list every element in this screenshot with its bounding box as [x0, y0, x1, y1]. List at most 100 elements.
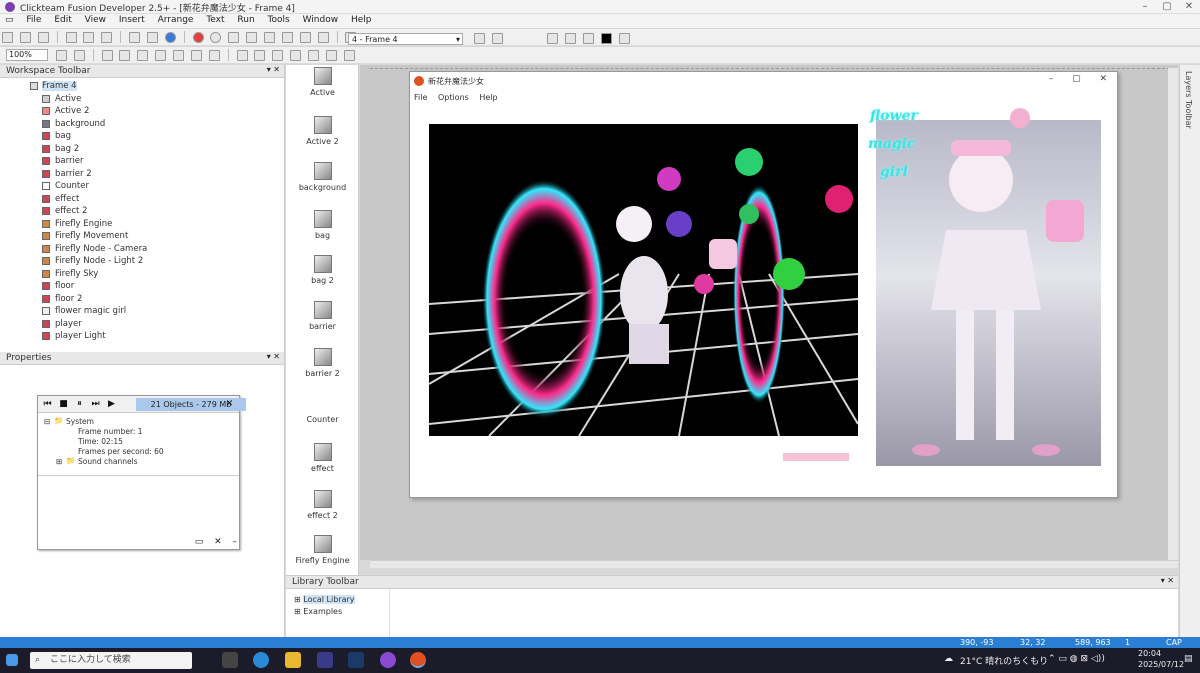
save-icon[interactable] [37, 32, 49, 43]
help-icon[interactable] [164, 32, 176, 43]
menu-file[interactable]: File [21, 14, 46, 26]
object-list-item[interactable]: background [286, 162, 358, 192]
object-list-item[interactable]: bag 2 [286, 255, 358, 285]
layout-1-icon[interactable] [547, 33, 558, 44]
tree-item[interactable]: barrier [0, 155, 284, 168]
clock-time[interactable]: 20:04 [1138, 649, 1161, 658]
event-list-icon[interactable] [299, 32, 311, 43]
runtime-menu-file[interactable]: File [414, 93, 427, 102]
frame-editor-icon[interactable] [264, 32, 275, 43]
tree-item[interactable]: flower magic girl [0, 305, 284, 318]
object-list-item[interactable]: Counter [286, 415, 358, 424]
tree-item[interactable]: effect [0, 193, 284, 206]
mail-icon[interactable] [317, 652, 333, 668]
weather-text[interactable]: 21°C 晴れのちくもり [960, 654, 1048, 667]
underline-icon[interactable] [208, 50, 220, 61]
tree-item[interactable]: Firefly Node - Camera [0, 243, 284, 256]
tree-item[interactable]: bag [0, 130, 284, 143]
redo-icon[interactable] [146, 32, 158, 43]
object-list-item[interactable]: Firefly Engine [286, 535, 358, 565]
previous-frame-icon[interactable] [474, 33, 485, 44]
minimize-button[interactable]: – [1134, 0, 1156, 14]
pen-tool-icon[interactable] [73, 50, 85, 61]
tree-item[interactable]: floor [0, 280, 284, 293]
panel-close-icon[interactable]: ▾ ✕ [1161, 576, 1174, 585]
layout-4-icon[interactable] [618, 33, 630, 44]
runtime-menu-help[interactable]: Help [479, 93, 497, 102]
menu-tools[interactable]: Tools [263, 14, 295, 26]
menu-view[interactable]: View [80, 14, 111, 26]
taskbar-search-input[interactable]: ⌕ ここに入力して検索 [30, 652, 192, 669]
delete-icon[interactable]: ✕ [214, 537, 222, 547]
minimize-icon[interactable]: – [1049, 74, 1054, 84]
object-list-item[interactable]: barrier 2 [286, 348, 358, 378]
menu-window[interactable]: Window [298, 14, 344, 26]
storyboard-icon[interactable] [246, 32, 258, 43]
library-item-local[interactable]: ⊞ Local Library [294, 595, 355, 604]
panel-close-icon[interactable]: ▾ ✕ [267, 65, 280, 74]
next-frame-icon[interactable] [491, 33, 503, 44]
start-button[interactable] [6, 654, 18, 666]
undo-icon[interactable] [129, 32, 140, 43]
align-top-icon[interactable] [290, 50, 302, 61]
tree-item[interactable]: Firefly Engine [0, 218, 284, 231]
tree-item[interactable]: barrier 2 [0, 168, 284, 181]
close-icon[interactable]: ✕ [224, 399, 235, 410]
rewind-icon[interactable]: ⏮ [42, 399, 53, 410]
edge-browser-icon[interactable] [253, 652, 269, 668]
tree-item[interactable]: Firefly Node - Light 2 [0, 255, 284, 268]
stop-icon[interactable]: ■ [58, 399, 69, 410]
menu-system-icon[interactable]: ▭ [0, 14, 19, 26]
clock-date[interactable]: 2025/07/12 [1138, 660, 1184, 669]
bold-icon[interactable] [173, 50, 184, 61]
snap-icon[interactable] [101, 50, 113, 61]
object-list-item[interactable]: Active [286, 67, 358, 97]
maximize-icon[interactable]: ▢ [1072, 74, 1081, 84]
layout-3-icon[interactable] [582, 33, 594, 44]
align-left-icon[interactable] [236, 50, 248, 61]
data-elements-icon[interactable] [317, 32, 329, 43]
object-list-item[interactable]: barrier [286, 301, 358, 331]
object-list-item[interactable]: effect [286, 443, 358, 473]
zoom-dropdown[interactable]: 100% [6, 49, 48, 61]
expand-icon[interactable]: ⊞ [56, 457, 62, 466]
runtime-menu-options[interactable]: Options [438, 93, 469, 102]
align-bottom-icon[interactable] [325, 50, 337, 61]
grid-view-icon[interactable] [228, 32, 240, 43]
maximize-button[interactable]: ▢ [1156, 0, 1178, 14]
open-icon[interactable] [19, 32, 31, 43]
frame-selector-dropdown[interactable]: 4 - Frame 4 ▾ [348, 33, 463, 45]
color-swatch-icon[interactable] [600, 33, 612, 44]
running-game-icon[interactable] [410, 652, 426, 668]
tree-item[interactable]: Active 2 [0, 105, 284, 118]
tree-item[interactable]: bag 2 [0, 143, 284, 156]
system-node[interactable]: System [66, 417, 94, 426]
tree-item[interactable]: player [0, 318, 284, 331]
new-icon[interactable] [2, 32, 13, 43]
close-icon[interactable]: ✕ [1099, 74, 1107, 84]
tray-icons[interactable]: ⌃ ▭ ◍ ⊠ ◁)) [1048, 654, 1105, 664]
tree-item[interactable]: player Light [0, 330, 284, 343]
menu-insert[interactable]: Insert [114, 14, 150, 26]
notification-icon[interactable]: ▤ [1184, 654, 1193, 664]
menu-arrange[interactable]: Arrange [153, 14, 199, 26]
menu-edit[interactable]: Edit [49, 14, 76, 26]
align-right-icon[interactable] [272, 50, 284, 61]
tree-item[interactable]: Firefly Movement [0, 230, 284, 243]
object-list-item[interactable]: effect 2 [286, 490, 358, 520]
copy-icon[interactable] [83, 32, 95, 43]
font-icon[interactable] [155, 50, 167, 61]
minimize-icon[interactable]: – [233, 537, 238, 547]
task-view-icon[interactable] [222, 652, 238, 668]
sound-channels-node[interactable]: Sound channels [78, 457, 138, 466]
hand-tool-icon[interactable] [55, 50, 67, 61]
close-button[interactable]: ✕ [1178, 0, 1200, 14]
align-center-icon[interactable] [254, 50, 266, 61]
editor-vertical-scrollbar[interactable] [1168, 68, 1178, 560]
tree-item[interactable]: Counter [0, 180, 284, 193]
object-list-item[interactable]: Active 2 [286, 116, 358, 146]
tree-item[interactable]: background [0, 118, 284, 131]
menu-run[interactable]: Run [232, 14, 259, 26]
expand-icon[interactable]: ⊟ [44, 417, 50, 426]
add-icon[interactable]: ▭ [195, 537, 204, 547]
